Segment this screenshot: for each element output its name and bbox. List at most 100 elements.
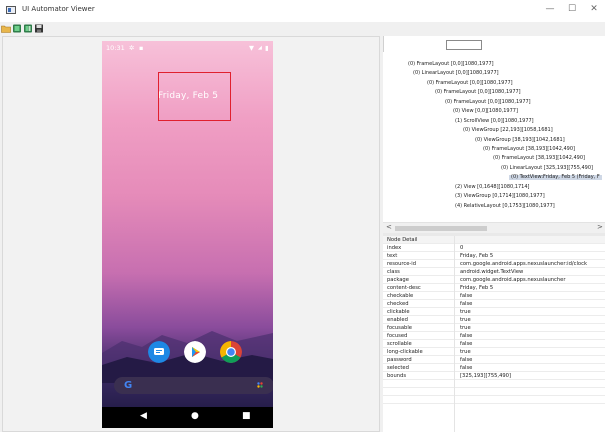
detail-value: Friday, Feb 5 [460,285,494,291]
recents-button[interactable]: ■ [242,411,251,421]
scroll-left-button[interactable]: < [386,223,392,231]
detail-row[interactable]: content-desc Friday, Feb 5 [383,284,605,292]
detail-row[interactable]: text Friday, Feb 5 [383,252,605,260]
detail-key: checked [387,301,409,307]
detail-header: Node Detail [387,237,418,243]
notification-icon: ▪ [139,44,144,52]
tree-node[interactable]: (4) RelativeLayout [0,1753][1080,1977] [455,204,555,209]
detail-key: text [387,253,398,259]
tree-node[interactable]: (1) ScrollView [0,0][1080,1977] [455,119,534,124]
messages-app-icon[interactable] [148,341,170,363]
detail-value: false [460,365,473,371]
play-store-icon[interactable] [184,341,206,363]
window-title: UI Automator Viewer [22,5,95,13]
battery-icon: ▮ [265,44,269,52]
tree-node-selected[interactable]: (0) TextView:Friday, Feb 5 (Friday, F [509,175,602,180]
node-detail-table: Node Detail index 0 text Friday, Feb 5 res… [383,236,605,432]
detail-key: content-desc [387,285,421,291]
detail-key: class [387,269,400,275]
status-time: 10:31 [106,44,125,52]
detail-key: focusable [387,325,412,331]
tree-node[interactable]: (0) LinearLayout [325,193][755,490] [501,166,593,171]
open-folder-icon[interactable] [1,24,11,33]
detail-key: long-clickable [387,349,423,355]
detail-value: false [460,341,473,347]
device-screenshot-icon[interactable] [12,24,22,33]
detail-key: scrollable [387,341,412,347]
tree-node[interactable]: (0) FrameLayout [38,193][1042,490] [483,147,575,152]
tree-node[interactable]: (0) FrameLayout [38,193][1042,490] [493,156,585,161]
scrollbar-thumb[interactable] [395,226,487,231]
tree-node[interactable]: (0) LinearLayout [0,0][1080,1977] [413,71,499,76]
detail-row[interactable]: resource-id com.google.android.apps.nexus… [383,260,605,268]
detail-row[interactable]: package com.google.android.apps.nexuslaun… [383,276,605,284]
detail-value: android.widget.TextView [460,269,524,275]
detail-key: index [387,245,402,251]
detail-row[interactable]: enabled true [383,316,605,324]
detail-key: selected [387,365,409,371]
tree-node[interactable]: (0) View [0,0][1080,1977] [453,109,518,114]
detail-row[interactable]: focused false [383,332,605,340]
back-button[interactable]: ◀ [140,411,147,421]
maximize-button[interactable]: ☐ [563,4,581,14]
selected-node-highlight [158,72,231,121]
minimize-button[interactable]: — [541,4,559,14]
detail-value: [325,193][755,490] [460,373,511,379]
tree-node[interactable]: (0) FrameLayout [0,0][1080,1977] [435,90,521,95]
app-icon [6,6,16,14]
scroll-right-button[interactable]: > [597,223,603,231]
save-icon[interactable] [34,24,44,33]
tree-node[interactable]: (0) FrameLayout [0,0][1080,1977] [408,62,494,67]
device-screenshot-compressed-icon[interactable] [23,24,33,33]
status-bar [102,41,273,55]
detail-value: true [460,317,471,323]
detail-row[interactable]: bounds [325,193][755,490] [383,372,605,380]
detail-value: false [460,357,473,363]
detail-value: false [460,293,473,299]
tree-node[interactable]: (2) View [0,1648][1080,1714] [455,185,529,190]
detail-value: com.google.android.apps.nexuslauncher [460,277,566,283]
detail-key: password [387,357,412,363]
tree-node[interactable]: (0) ViewGroup [38,193][1042,1681] [475,138,565,143]
detail-row[interactable]: checked false [383,300,605,308]
detail-key: enabled [387,317,408,323]
tree-node[interactable]: (0) FrameLayout [0,0][1080,1977] [445,100,531,105]
detail-row[interactable]: checkable false [383,292,605,300]
detail-row[interactable]: long-clickable true [383,348,605,356]
detail-key: resource-id [387,261,417,267]
hierarchy-tree[interactable]: (0) FrameLayout [0,0][1080,1977] (0) Lin… [383,52,605,222]
detail-column-divider [454,236,455,432]
detail-row[interactable]: password false [383,356,605,364]
detail-key: clickable [387,309,410,315]
detail-row-empty [383,396,605,404]
close-button[interactable]: ✕ [585,4,603,14]
chrome-icon[interactable] [220,341,242,363]
detail-value: true [460,309,471,315]
detail-row[interactable]: class android.widget.TextView [383,268,605,276]
detail-row[interactable]: clickable true [383,308,605,316]
tree-node[interactable]: (0) FrameLayout [0,0][1080,1977] [427,81,513,86]
detail-row-empty [383,388,605,396]
assistant-icon[interactable] [257,382,263,388]
detail-row[interactable]: selected false [383,364,605,372]
detail-row[interactable]: focusable true [383,324,605,332]
tree-node[interactable]: (3) ViewGroup [0,1714][1080,1977] [455,194,545,199]
detail-key: package [387,277,409,283]
cell-signal-icon: ◢ [258,45,262,51]
detail-key: focused [387,333,408,339]
home-button[interactable]: ● [191,411,199,421]
detail-row[interactable]: index 0 [383,244,605,252]
detail-row-empty [383,380,605,388]
detail-value: 0 [460,245,464,251]
google-search-bar[interactable] [114,377,273,394]
detail-row[interactable]: scrollable false [383,340,605,348]
tree-node[interactable]: (0) ViewGroup [22,193][1058,1681] [463,128,553,133]
detail-value: false [460,301,473,307]
detail-key: bounds [387,373,407,379]
wifi-signal-icon: ▼ [249,44,254,52]
tree-filter-input[interactable] [446,40,482,50]
toolbar [0,22,605,35]
detail-value: true [460,325,471,331]
device-screen[interactable]: 10:31 ✲ ▪ ▼ ◢ ▮ Friday, Feb 5 G ◀ ● ■ [102,41,273,428]
google-logo: G [124,380,133,391]
